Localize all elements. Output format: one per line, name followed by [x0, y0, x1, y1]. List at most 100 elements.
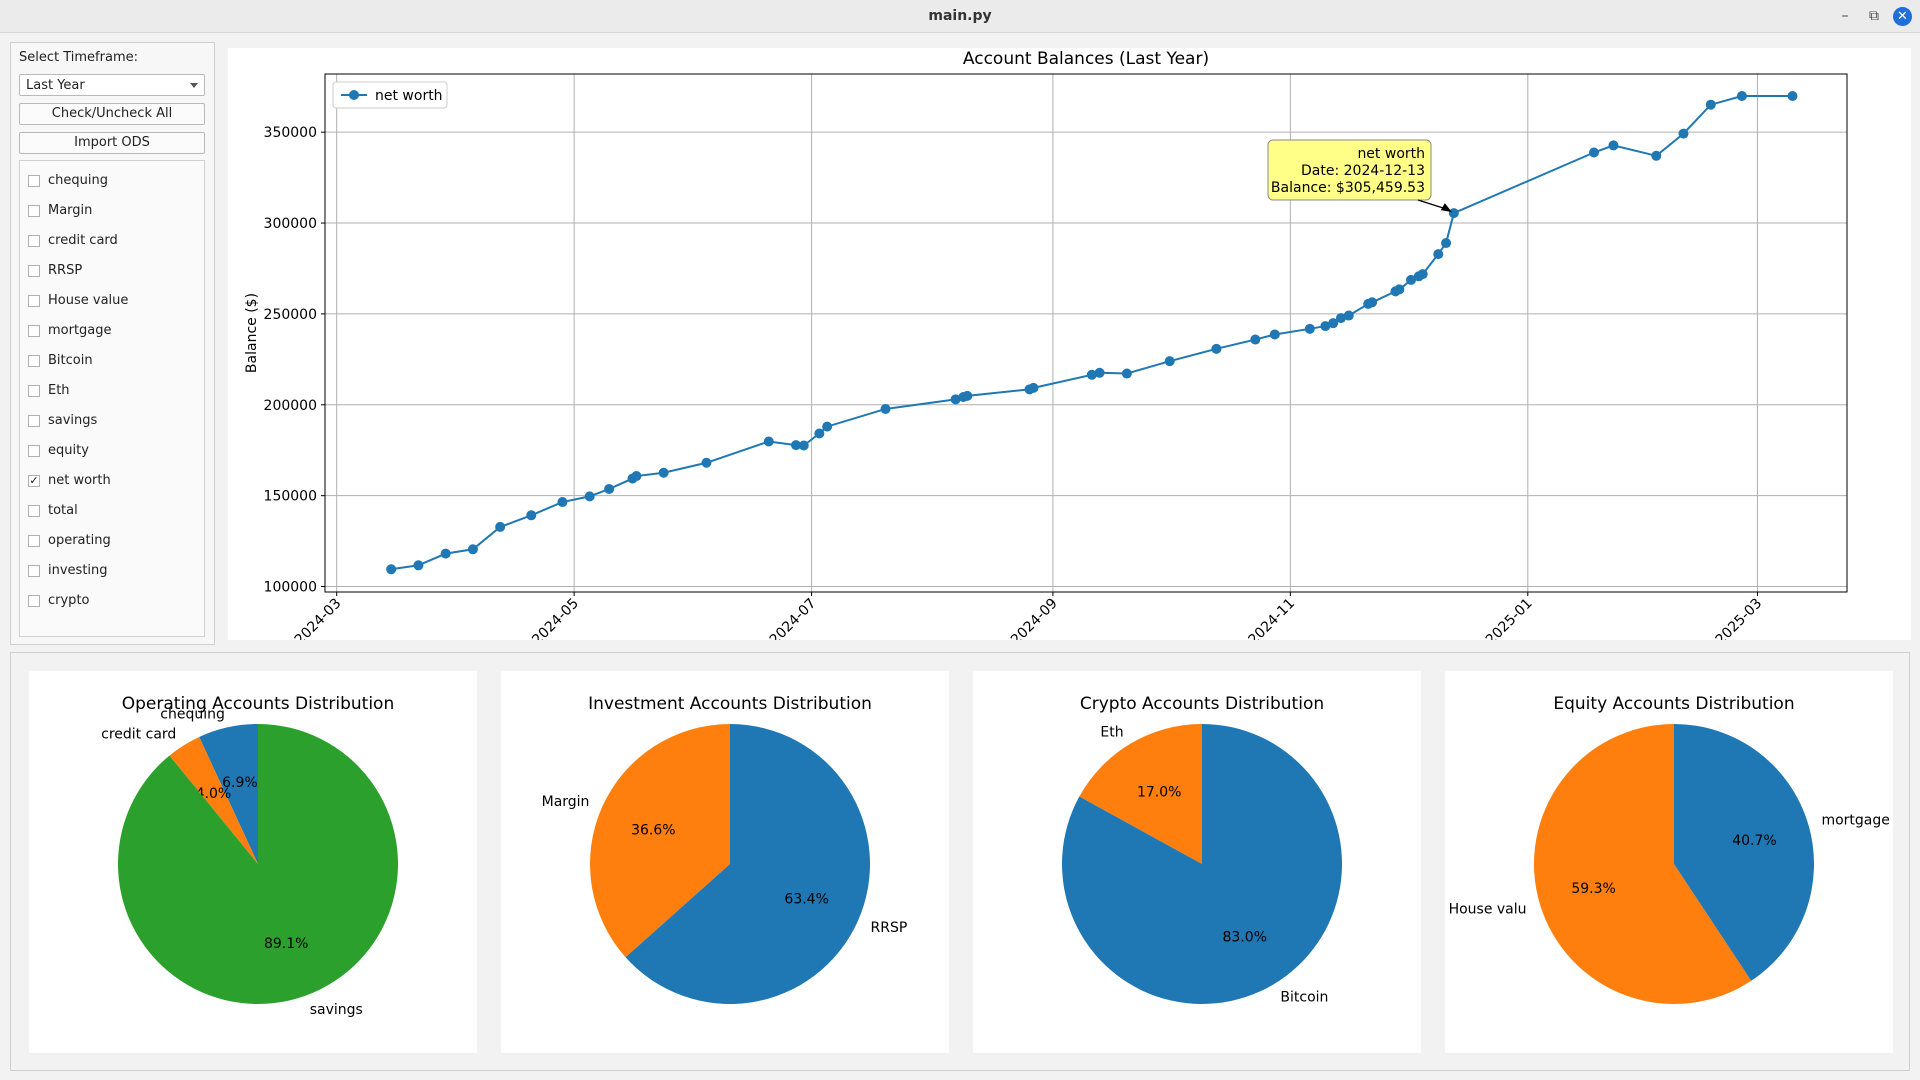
annotation-arrowhead [1440, 203, 1452, 213]
x-tick-label: 2024-09 [1008, 596, 1061, 640]
account-checkbox[interactable] [28, 385, 40, 397]
pie-pct-label: 59.3% [1571, 881, 1615, 897]
data-point [1433, 249, 1444, 260]
line-chart: Account Balances (Last Year) 2024-03 2024-… [244, 49, 1848, 648]
pie-pct-label: 89.1% [264, 936, 308, 952]
data-point [1269, 329, 1280, 340]
crypto-pie-panel: Crypto Accounts Distribution 17.0% Eth 83.0… [973, 671, 1421, 1053]
window-title: main.py [928, 8, 992, 24]
pie-slice-label: Margin [542, 794, 590, 810]
pie-pct-label: 36.6% [631, 823, 675, 839]
account-checkbox[interactable] [28, 355, 40, 367]
account-checkbox[interactable] [28, 175, 40, 187]
account-checkbox[interactable] [28, 265, 40, 277]
data-point [631, 471, 642, 482]
x-tick-label: 2024-07 [767, 596, 820, 640]
account-checkbox[interactable] [28, 205, 40, 217]
sidebar: Select Timeframe: Last Year Check/Unchec… [10, 42, 215, 645]
data-point [557, 497, 568, 508]
account-checkbox-label: equity [48, 443, 89, 458]
data-point [386, 564, 397, 575]
legend-label: net worth [375, 88, 443, 104]
data-point [1304, 323, 1315, 334]
account-checkbox[interactable]: ✓ [28, 475, 40, 487]
legend-marker [349, 90, 359, 100]
pie-slice-label: credit card [101, 726, 176, 742]
restore-icon[interactable]: ⧉ [1864, 6, 1884, 26]
account-checkbox-label: chequing [48, 173, 108, 188]
pie-slice-label: chequing [160, 707, 225, 723]
pie-pct-label: 63.4% [784, 891, 828, 907]
account-checkbox-label: credit card [48, 233, 118, 248]
data-point [822, 421, 833, 432]
x-tick-label: 2024-11 [1246, 596, 1299, 640]
data-point [1094, 367, 1105, 378]
account-checkbox-label: Margin [48, 203, 93, 218]
investment-pie-panel: Investment Accounts Distribution 36.6% Mar… [501, 671, 949, 1053]
account-checkbox-label: House value [48, 293, 129, 308]
account-checkbox[interactable] [28, 325, 40, 337]
data-point [526, 510, 537, 521]
timeframe-select[interactable]: Last Year [19, 74, 205, 96]
minimize-icon[interactable]: – [1835, 6, 1855, 26]
pie-slice-label: Eth [1100, 724, 1123, 740]
data-point [1121, 368, 1132, 379]
data-point [1441, 238, 1452, 249]
data-point [1417, 269, 1428, 280]
y-axis-label: Balance ($) [244, 293, 260, 373]
annotation-date: Date: 2024-12-13 [1301, 163, 1425, 179]
data-point [1588, 147, 1599, 158]
data-point [1678, 128, 1689, 139]
account-list: chequing Margin credit card RRSP House value… [19, 160, 205, 637]
data-point [1367, 297, 1378, 308]
y-tick-label: 200000 [264, 398, 317, 414]
data-point [1787, 90, 1798, 101]
data-point [814, 428, 825, 439]
data-point [1736, 90, 1747, 101]
y-tick-label: 250000 [264, 307, 317, 323]
close-icon[interactable]: ✕ [1893, 7, 1912, 26]
data-point [701, 457, 712, 468]
data-point [1250, 334, 1261, 345]
pie-slice-label: RRSP [871, 920, 908, 936]
x-tick-label: 2025-01 [1483, 596, 1536, 640]
data-point [798, 440, 809, 451]
pie-slice [118, 724, 399, 1004]
series-line [391, 94, 1793, 571]
window-titlebar: main.py – ⧉ ✕ [0, 0, 1920, 33]
pie-title: Equity Accounts Distribution [1553, 694, 1794, 714]
account-checkbox-label: savings [48, 413, 98, 428]
account-checkbox[interactable] [28, 445, 40, 457]
check-all-button[interactable]: Check/Uncheck All [19, 103, 205, 125]
data-point [584, 491, 595, 502]
data-point [658, 467, 669, 478]
line-chart-panel: Account Balances (Last Year) 2024-03 2024-… [228, 48, 1911, 648]
account-checkbox[interactable] [28, 565, 40, 577]
account-checkbox[interactable] [28, 535, 40, 547]
account-checkbox[interactable] [28, 295, 40, 307]
annotation-balance: Balance: $305,459.53 [1271, 180, 1425, 196]
timeframe-label: Select Timeframe: [19, 50, 138, 65]
data-point [1448, 208, 1459, 219]
x-tick-label: 2024-03 [292, 596, 345, 640]
data-point [413, 560, 424, 571]
account-checkbox[interactable] [28, 235, 40, 247]
data-point [1608, 140, 1619, 151]
annotation-series: net worth [1357, 146, 1425, 162]
x-tick-label: 2024-05 [529, 596, 582, 640]
account-checkbox[interactable] [28, 415, 40, 427]
pie-slice-label: Bitcoin [1280, 990, 1328, 1006]
operating-pie-chart: Operating Accounts Distribution6.9%chequ… [101, 694, 399, 1018]
account-checkbox[interactable] [28, 505, 40, 517]
crypto-pie-chart: Crypto Accounts Distribution 17.0% Eth 83.0… [1062, 694, 1342, 1006]
account-checkbox-label: RRSP [48, 263, 83, 278]
data-point [1705, 99, 1716, 110]
import-ods-button[interactable]: Import ODS [19, 132, 205, 154]
pie-slice-label: mortgage [1821, 813, 1889, 829]
y-tick-label: 350000 [264, 125, 317, 141]
account-checkbox-label: mortgage [48, 323, 112, 338]
account-checkbox-label: total [48, 503, 78, 518]
account-checkbox-label: operating [48, 533, 111, 548]
account-checkbox[interactable] [28, 595, 40, 607]
y-tick-label: 100000 [264, 580, 317, 596]
